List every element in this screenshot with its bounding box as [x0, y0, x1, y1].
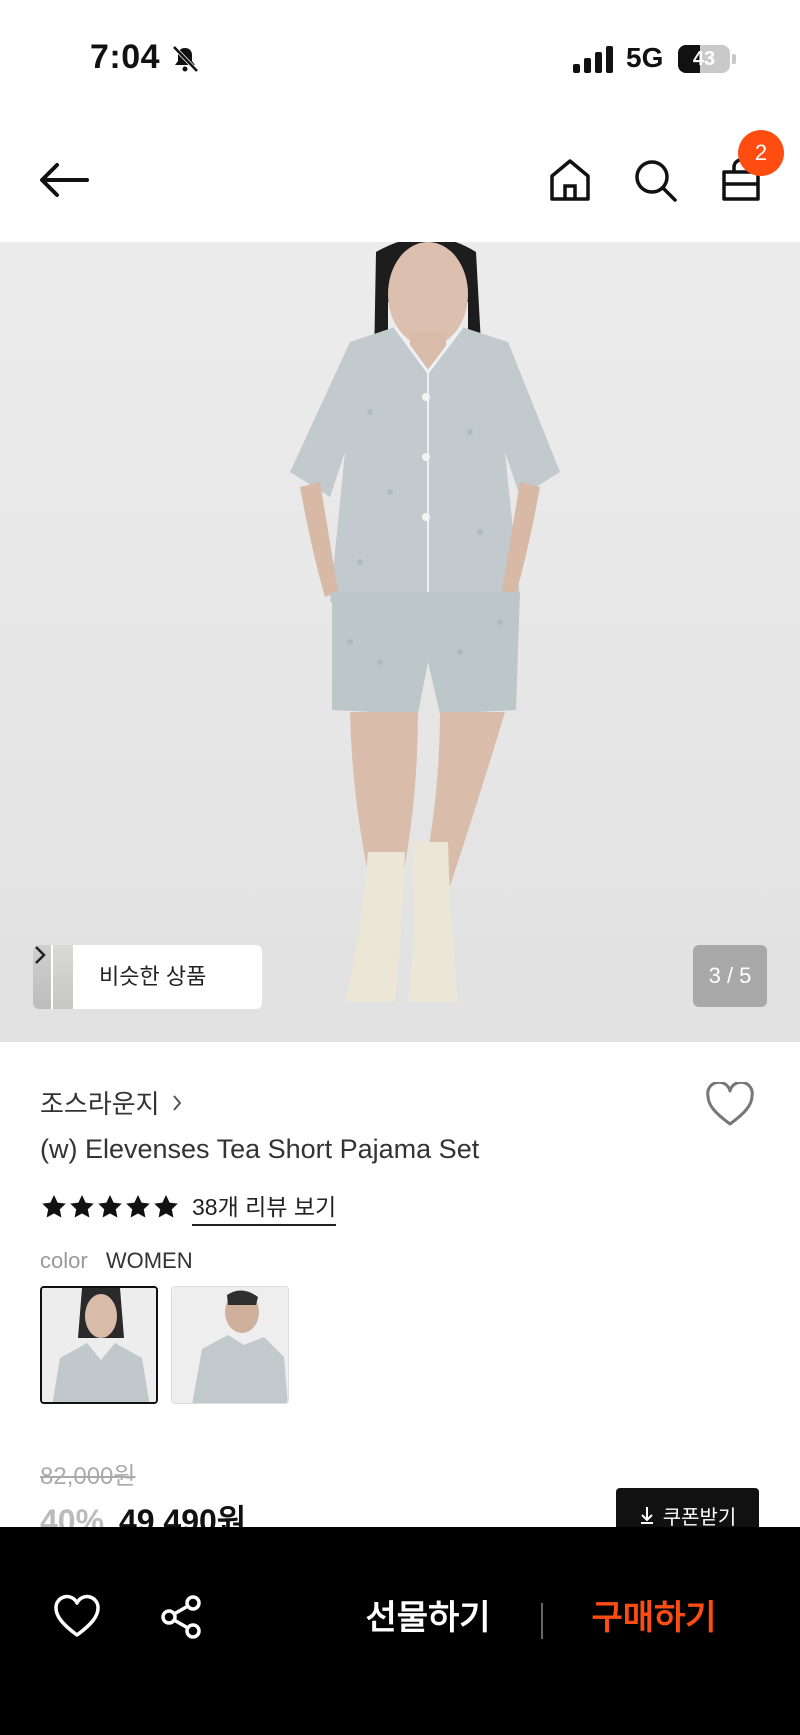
color-row: color WOMEN: [40, 1248, 193, 1274]
star-icon: [154, 1195, 178, 1218]
star-icon: [126, 1195, 150, 1218]
original-price: 82,000원: [40, 1463, 136, 1490]
swatch-photo-women: [42, 1288, 156, 1402]
top-nav: 2: [0, 118, 800, 242]
color-swatch-men[interactable]: [171, 1286, 289, 1404]
heart-icon[interactable]: [705, 1082, 755, 1128]
battery-cap: [732, 54, 736, 64]
home-button[interactable]: [542, 152, 598, 208]
swatch-photo-men: [172, 1287, 288, 1403]
coupon-label: 쿠폰받기: [662, 1506, 737, 1529]
color-value: WOMEN: [105, 1248, 193, 1273]
brand-link[interactable]: 조스라운지: [40, 1084, 182, 1121]
product-photo: [290, 242, 560, 1002]
battery-icon: 43: [678, 45, 730, 73]
bottom-bar-divider: [541, 1603, 543, 1639]
color-key: color: [40, 1248, 88, 1273]
rating-row: 38개 리뷰 보기: [40, 1188, 337, 1226]
rating-stars: [40, 1193, 180, 1221]
similar-products-label: 비슷한 상품: [99, 964, 207, 989]
bottom-action-bar: 선물하기 구매하기: [0, 1527, 800, 1735]
chevron-right-icon: [35, 946, 46, 964]
product-title: (w) Elevenses Tea Short Pajama Set: [40, 1134, 480, 1164]
similar-thumb-2: [51, 945, 73, 1009]
download-icon: [640, 1507, 653, 1524]
cart-count-badge: 2: [738, 130, 784, 176]
share-icon[interactable]: [157, 1593, 205, 1641]
chevron-right-icon: [172, 1094, 181, 1111]
review-link[interactable]: 38개 리뷰 보기: [192, 1188, 337, 1226]
star-icon: [42, 1195, 66, 1218]
back-button[interactable]: [36, 152, 92, 208]
home-icon: [550, 159, 590, 201]
gift-button[interactable]: 선물하기: [348, 1583, 508, 1653]
product-image[interactable]: 비슷한 상품 3 / 5: [0, 242, 800, 1042]
similar-products-button[interactable]: 비슷한 상품: [33, 945, 262, 1009]
search-icon: [635, 160, 677, 202]
bell-muted-icon: [172, 45, 199, 73]
star-icon: [98, 1195, 122, 1218]
star-icon: [70, 1195, 94, 1218]
signal-icon: [573, 46, 613, 73]
battery-level: 43: [692, 48, 716, 70]
buy-button[interactable]: 구매하기: [574, 1583, 734, 1653]
heart-icon[interactable]: [53, 1593, 101, 1641]
search-button[interactable]: [627, 152, 683, 208]
color-swatch-women[interactable]: [40, 1286, 158, 1404]
network-type: 5G: [626, 42, 664, 73]
status-time: 7:04: [90, 38, 161, 76]
status-bar: 7:04 5G 43: [0, 0, 800, 118]
back-arrow-icon: [40, 163, 89, 197]
brand-name: 조스라운지: [40, 1089, 160, 1119]
image-pager: 3 / 5: [693, 945, 767, 1007]
